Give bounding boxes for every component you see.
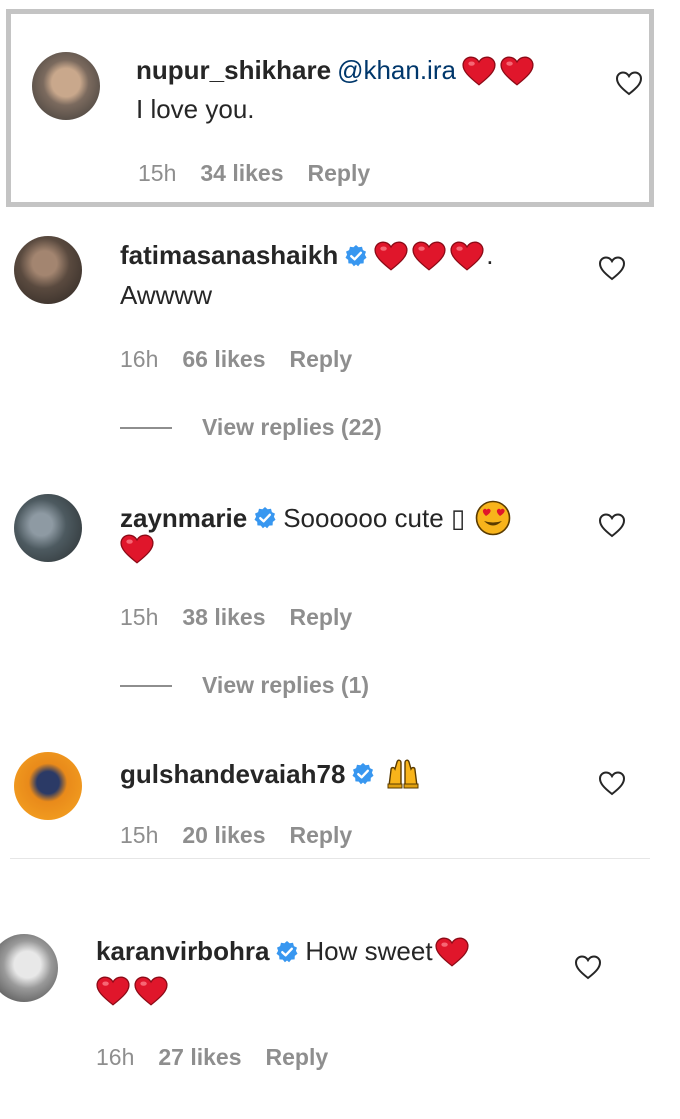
avatar-fatimasanashaikh[interactable] xyxy=(14,236,82,304)
reply-button[interactable]: Reply xyxy=(290,604,353,631)
comment-4-meta: 15h 20 likes Reply xyxy=(120,822,352,849)
like-heart-outline-icon[interactable] xyxy=(574,954,602,980)
red-heart-emoji xyxy=(412,241,446,271)
comment-3-text: Soooooo cute ▯ xyxy=(283,502,466,533)
username-gulshandevaiah78[interactable]: gulshandevaiah78 xyxy=(120,759,345,790)
comment-time: 15h xyxy=(120,822,159,848)
like-heart-outline-icon[interactable] xyxy=(615,70,643,96)
avatar-gulshandevaiah78[interactable] xyxy=(14,752,82,820)
comment-2-meta: 16h 66 likes Reply xyxy=(120,346,352,373)
reply-button[interactable]: Reply xyxy=(266,1044,329,1071)
avatar-karanvirbohra[interactable] xyxy=(0,934,58,1002)
like-heart-outline-icon[interactable] xyxy=(598,512,626,538)
username-karanvirbohra[interactable]: karanvirbohra xyxy=(96,936,269,967)
likes-count[interactable]: 27 likes xyxy=(158,1044,241,1071)
comment-1-text: I love you. xyxy=(136,94,255,124)
like-heart-outline-icon[interactable] xyxy=(598,770,626,796)
comment-3-header: zaynmarie Soooooo cute ▯ xyxy=(120,500,511,536)
comment-2-text: Awwww xyxy=(120,280,212,310)
comment-1-meta: 15h 34 likes Reply xyxy=(138,160,370,187)
comment-4-header: gulshandevaiah78 xyxy=(120,756,421,792)
comment-time: 15h xyxy=(120,604,159,630)
replies-dash xyxy=(120,426,172,429)
likes-count[interactable]: 34 likes xyxy=(200,160,283,187)
verified-badge-icon xyxy=(351,762,375,786)
reply-button[interactable]: Reply xyxy=(290,346,353,373)
raising-hands-emoji xyxy=(387,759,419,789)
username-zaynmarie[interactable]: zaynmarie xyxy=(120,503,247,534)
verified-badge-icon xyxy=(253,506,277,530)
comment-5-line2 xyxy=(96,976,168,1006)
red-heart-emoji xyxy=(450,241,484,271)
username-fatimasanashaikh[interactable]: fatimasanashaikh xyxy=(120,240,338,271)
red-heart-emoji xyxy=(120,534,154,564)
mention-link[interactable]: @khan.ira xyxy=(337,55,456,86)
likes-count[interactable]: 20 likes xyxy=(182,822,265,849)
avatar-nupur-shikhare[interactable] xyxy=(32,52,100,120)
verified-badge-icon xyxy=(344,244,368,268)
comment-time: 16h xyxy=(96,1044,135,1070)
avatar-zaynmarie[interactable] xyxy=(14,494,82,562)
reply-button[interactable]: Reply xyxy=(290,822,353,849)
username-nupur-shikhare[interactable]: nupur_shikhare xyxy=(136,55,331,86)
view-replies-label[interactable]: View replies (1) xyxy=(202,672,369,699)
comment-5-header: karanvirbohra How sweet xyxy=(96,936,469,967)
comment-2-header: fatimasanashaikh . xyxy=(120,240,493,271)
red-heart-emoji xyxy=(462,56,496,86)
view-replies-toggle[interactable]: View replies (22) xyxy=(120,414,382,441)
comment-3-meta: 15h 38 likes Reply xyxy=(120,604,352,631)
reply-button[interactable]: Reply xyxy=(308,160,371,187)
heart-eyes-emoji xyxy=(475,500,511,536)
likes-count[interactable]: 66 likes xyxy=(182,346,265,373)
red-heart-emoji xyxy=(500,56,534,86)
section-divider xyxy=(10,858,650,859)
likes-count[interactable]: 38 likes xyxy=(182,604,265,631)
red-heart-emoji xyxy=(134,976,168,1006)
replies-dash xyxy=(120,684,172,687)
comment-3-line2 xyxy=(120,534,154,564)
view-replies-label[interactable]: View replies (22) xyxy=(202,414,382,441)
comment-5-meta: 16h 27 likes Reply xyxy=(96,1044,328,1071)
comment-5-text: How sweet xyxy=(305,936,433,966)
red-heart-emoji xyxy=(96,976,130,1006)
red-heart-emoji xyxy=(374,241,408,271)
view-replies-toggle[interactable]: View replies (1) xyxy=(120,672,369,699)
verified-badge-icon xyxy=(275,940,299,964)
comment-time: 15h xyxy=(138,160,177,186)
like-heart-outline-icon[interactable] xyxy=(598,255,626,281)
comment-1-header: nupur_shikhare @khan.ira xyxy=(136,55,534,86)
comment-time: 16h xyxy=(120,346,159,372)
red-heart-emoji xyxy=(435,937,469,967)
comment-2-suffix: . xyxy=(486,240,494,270)
